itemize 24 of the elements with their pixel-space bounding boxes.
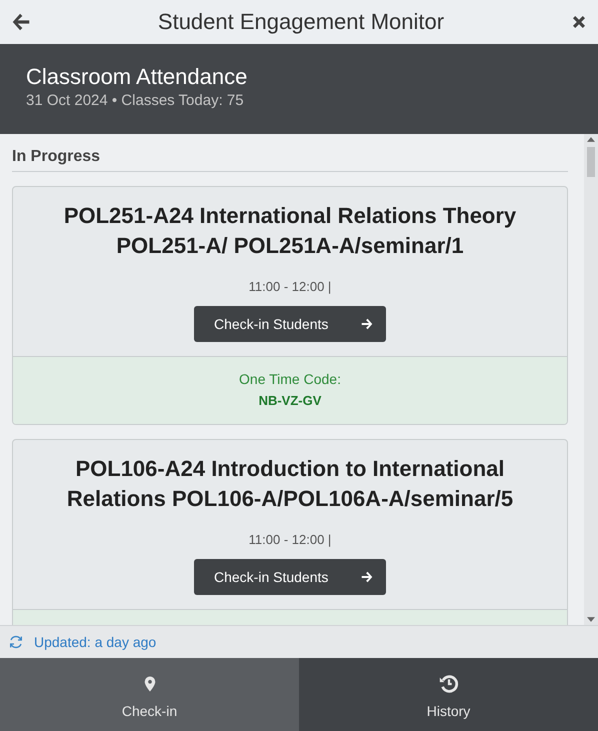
arrow-right-icon bbox=[360, 570, 374, 584]
page-subtitle: 31 Oct 2024 • Classes Today: 75 bbox=[26, 92, 245, 109]
arrow-right-icon bbox=[360, 317, 374, 331]
scroll-up-icon[interactable] bbox=[587, 137, 595, 142]
section-title: In Progress bbox=[12, 146, 568, 172]
page-title: Classroom Attendance bbox=[26, 64, 248, 90]
scroll-thumb[interactable] bbox=[587, 147, 595, 177]
updated-status: Updated: a day ago bbox=[34, 634, 156, 650]
scroll-down-icon[interactable] bbox=[587, 617, 595, 622]
class-time: 11:00 - 12:00 | bbox=[248, 532, 332, 547]
code-value: NB-VZ-GV bbox=[258, 393, 322, 408]
window-title: Student Engagement Monitor bbox=[158, 9, 444, 35]
code-label: One Time Code: bbox=[238, 371, 342, 387]
close-icon[interactable] bbox=[570, 13, 588, 31]
class-title: POL106-A24 Introduction to International Relations POL106-A/POL106A-A/seminar/5 bbox=[66, 455, 514, 513]
history-icon bbox=[438, 673, 460, 695]
nav-tab[interactable]: Check-in bbox=[0, 658, 299, 731]
class-time: 11:00 - 12:00 | bbox=[248, 279, 332, 294]
class-title: POL251-A24 International Relations Theory POL251-A/ POL251A-A/seminar/1 bbox=[62, 202, 518, 260]
nav-tab[interactable]: History bbox=[299, 658, 598, 731]
check-in-button[interactable]: Check-in Students bbox=[194, 559, 386, 595]
back-arrow-icon[interactable] bbox=[10, 11, 32, 33]
check-in-button[interactable]: Check-in Students bbox=[194, 306, 386, 342]
refresh-icon[interactable] bbox=[8, 634, 24, 650]
